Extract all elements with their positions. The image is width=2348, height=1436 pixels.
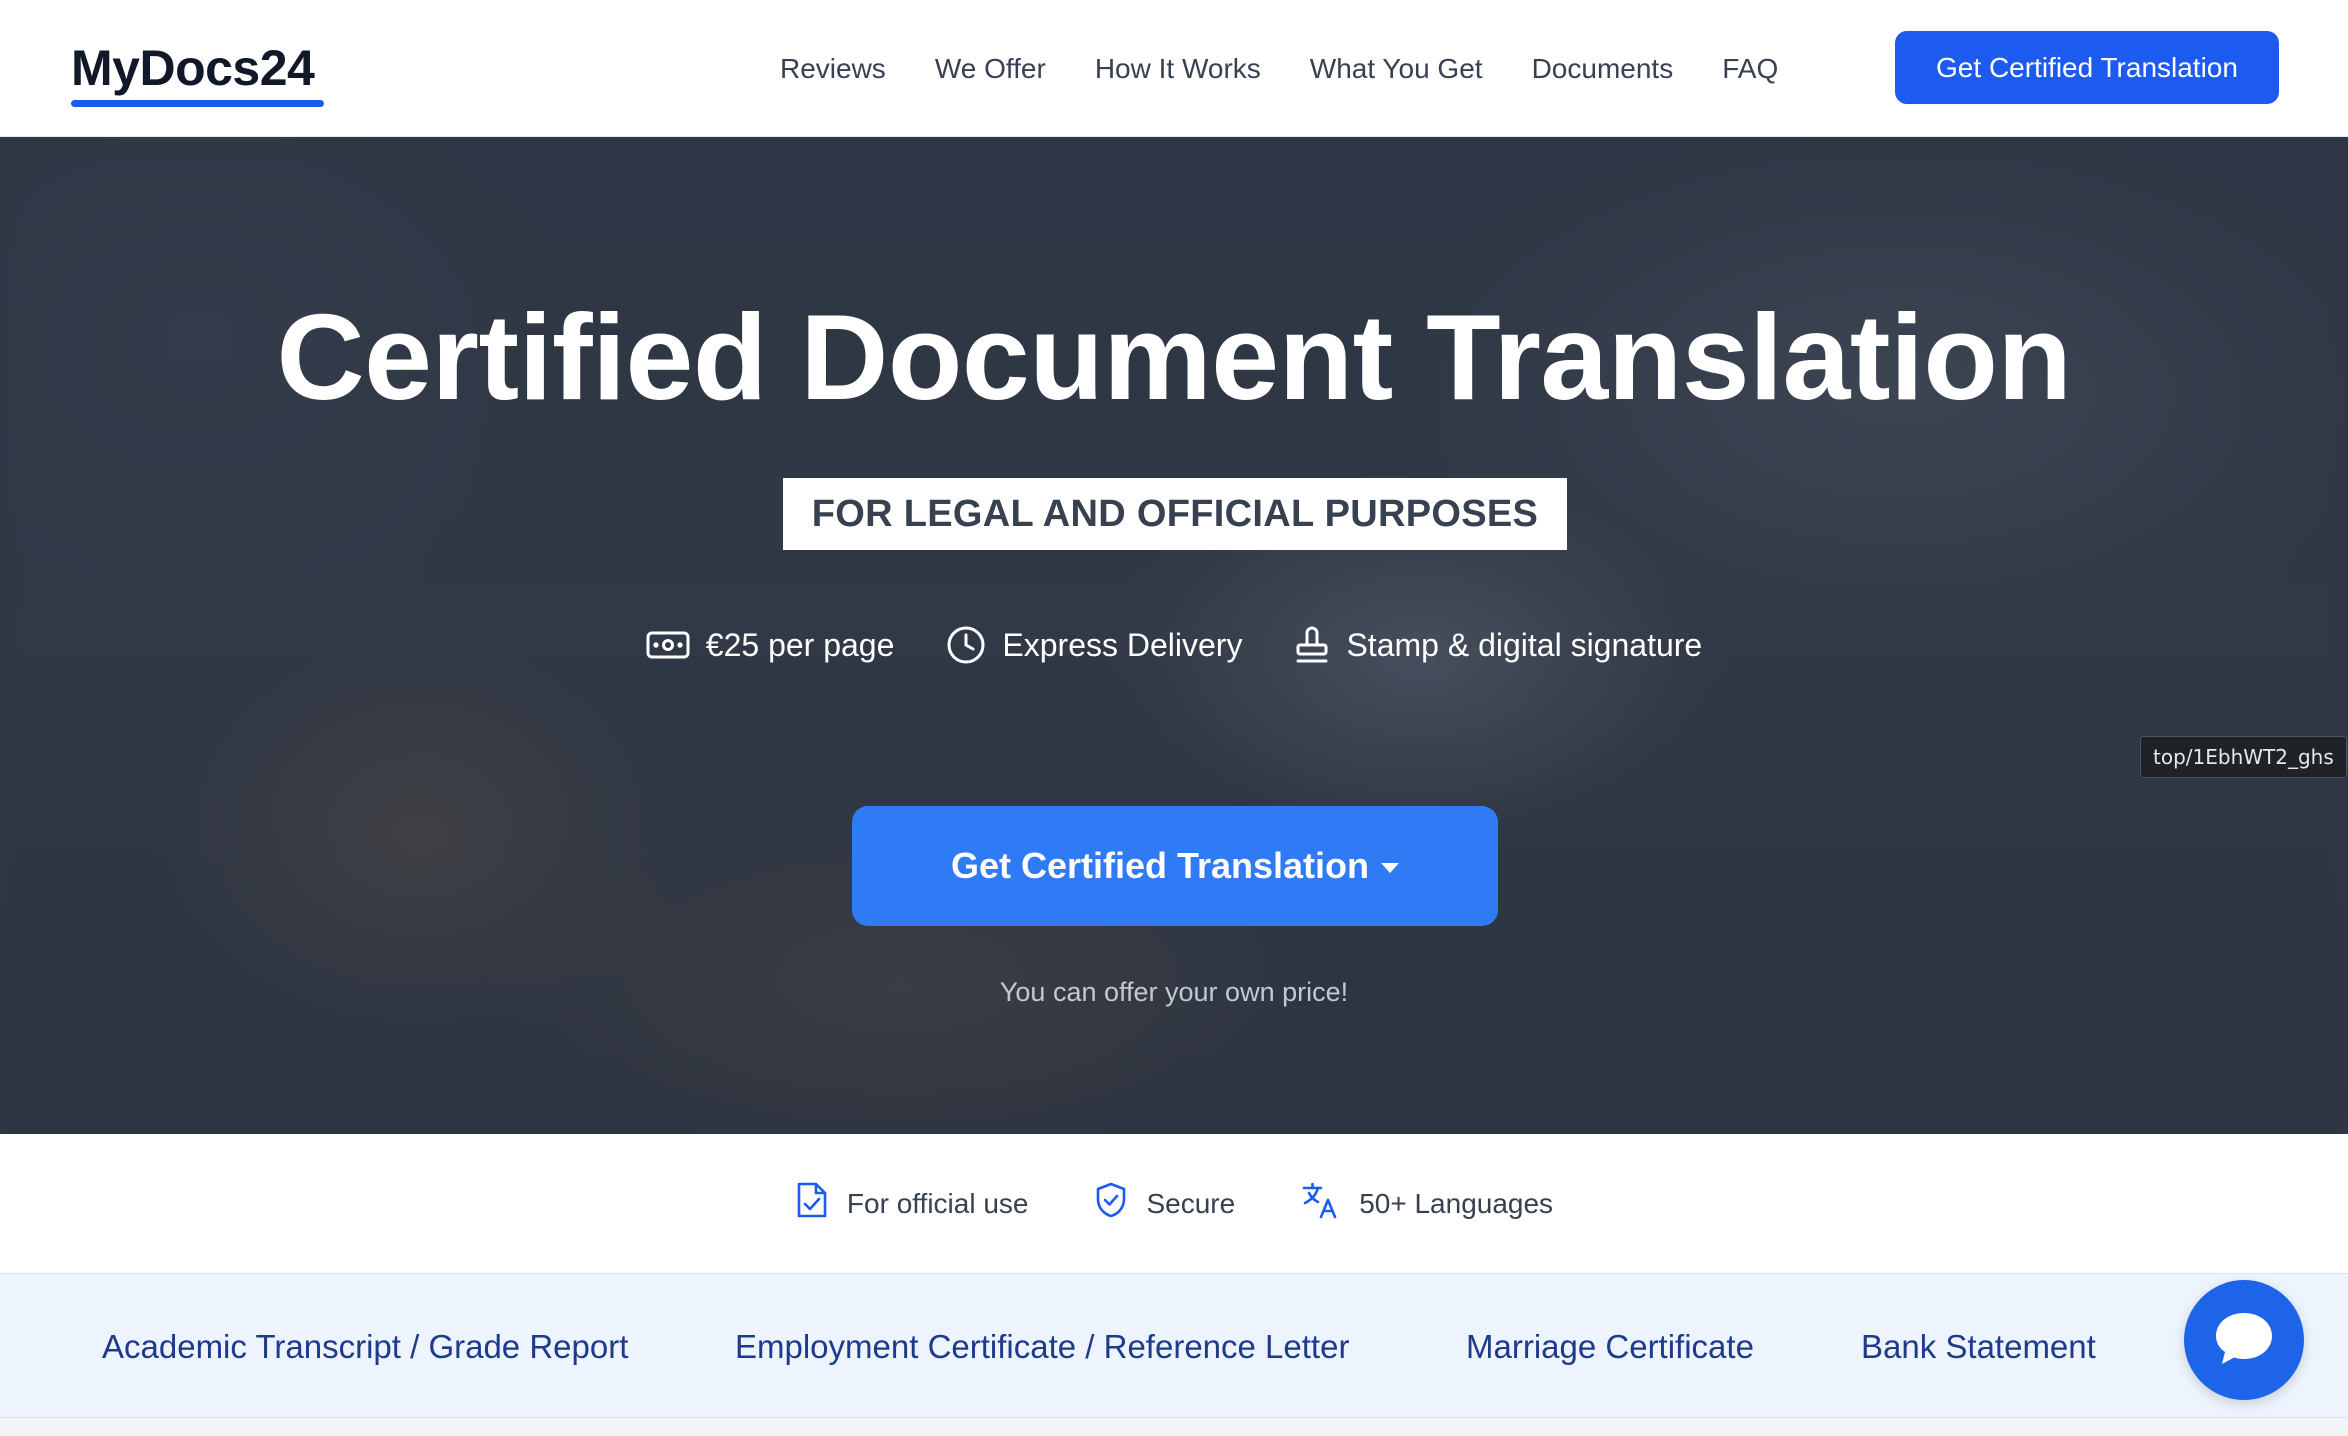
chat-bubble-icon [2212, 1309, 2276, 1372]
nav-link-reviews[interactable]: Reviews [780, 53, 886, 85]
nav-link-faq[interactable]: FAQ [1722, 53, 1778, 85]
feature-price: €25 per page [646, 626, 895, 664]
trust-languages: 50+ Languages [1301, 1180, 1553, 1227]
feature-stamp-label: Stamp & digital signature [1346, 626, 1703, 663]
stamp-icon [1294, 625, 1330, 665]
doc-link-employment-certificate[interactable]: Employment Certificate / Reference Lette… [735, 1274, 1349, 1417]
main-nav: Reviews We Offer How It Works What You G… [780, 0, 1827, 137]
link-url-tooltip: top/1EbhWT2_ghs [2140, 736, 2347, 778]
caret-down-icon [1381, 863, 1400, 873]
document-types-strip: Academic Transcript / Grade Report Emplo… [0, 1273, 2348, 1418]
nav-link-how-it-works[interactable]: How It Works [1095, 53, 1261, 85]
nav-link-what-you-get[interactable]: What You Get [1310, 53, 1483, 85]
hero-features: €25 per page Express Delivery Stamp & di… [0, 625, 2348, 665]
translate-icon [1301, 1180, 1341, 1227]
trust-languages-label: 50+ Languages [1359, 1187, 1554, 1219]
feature-express-label: Express Delivery [1002, 626, 1243, 663]
hero-badge: FOR LEGAL AND OFFICIAL PURPOSES [783, 478, 1567, 550]
trust-official-use: For official use [795, 1180, 1029, 1227]
nav-link-we-offer[interactable]: We Offer [935, 53, 1046, 85]
top-navbar: MyDocs24 Reviews We Offer How It Works W… [0, 0, 2348, 137]
trust-secure: Secure [1094, 1181, 1235, 1226]
doc-link-academic-transcript[interactable]: Academic Transcript / Grade Report [102, 1274, 628, 1417]
feature-express: Express Delivery [946, 625, 1242, 665]
page-bottom-band [0, 1418, 2348, 1436]
hero-note: You can offer your own price! [999, 977, 1349, 1007]
feature-stamp: Stamp & digital signature [1294, 625, 1702, 665]
logo-underline [71, 100, 324, 107]
hero-get-translation-button[interactable]: Get Certified Translation [852, 806, 1498, 926]
clock-icon [946, 625, 986, 665]
chat-widget-button[interactable] [2184, 1280, 2304, 1400]
doc-link-marriage-certificate[interactable]: Marriage Certificate [1466, 1274, 1754, 1417]
hero-cta-label: Get Certified Translation [950, 845, 1370, 886]
site-logo[interactable]: MyDocs24 [71, 38, 315, 98]
feature-price-label: €25 per page [705, 626, 895, 663]
doc-link-bank-statement[interactable]: Bank Statement [1861, 1274, 2096, 1417]
nav-get-translation-button[interactable]: Get Certified Translation [1895, 31, 2279, 104]
nav-link-documents[interactable]: Documents [1532, 53, 1674, 85]
hero-title: Certified Document Translation [276, 289, 2072, 425]
hero-section: Certified Document Translation FOR LEGAL… [0, 137, 2348, 1134]
trust-official-use-label: For official use [846, 1187, 1029, 1219]
trust-secure-label: Secure [1146, 1187, 1236, 1219]
shield-check-icon [1094, 1181, 1128, 1226]
document-check-icon [795, 1180, 829, 1227]
trust-strip: For official use Secure 50+ Languages [0, 1134, 2348, 1273]
banknote-icon [646, 630, 690, 660]
